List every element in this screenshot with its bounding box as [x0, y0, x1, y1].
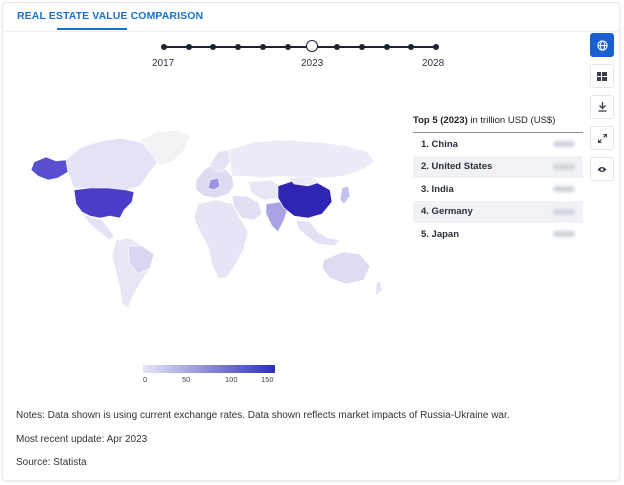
ranking-country-label: 4. Germany [421, 206, 473, 218]
table-icon [597, 71, 607, 81]
map-region-new-zealand[interactable] [375, 279, 383, 297]
eye-icon [597, 166, 607, 172]
timeline-start-label: 2017 [152, 58, 175, 69]
chart-toolbar [590, 33, 616, 188]
tab-bar: REAL ESTATE VALUE COMPARISON [3, 3, 619, 32]
legend-tick-150: 150 [261, 375, 274, 384]
map-region-japan[interactable] [339, 185, 351, 205]
ranking-title-unit: in trillion USD (US$) [467, 115, 556, 126]
expand-icon [597, 133, 607, 143]
visibility-button[interactable] [590, 157, 614, 181]
timeline-handle[interactable] [306, 40, 319, 52]
ranking-country-label: 2. United States [421, 161, 493, 173]
ranking-row[interactable]: 1. China [413, 133, 583, 156]
blurred-value [553, 163, 575, 170]
map-region-russia[interactable] [227, 139, 375, 179]
ranking-country-label: 5. Japan [421, 228, 460, 240]
tab-real-estate-value-comparison[interactable]: REAL ESTATE VALUE COMPARISON [17, 10, 203, 22]
timeline-year-dot[interactable] [408, 44, 415, 50]
download-button[interactable] [590, 95, 614, 119]
map-region-alaska[interactable] [30, 156, 69, 181]
blurred-value [553, 231, 575, 237]
blurred-value [553, 141, 575, 147]
notes-text: Notes: Data shown is using current excha… [16, 410, 510, 421]
map-region-southeast-asia[interactable] [295, 219, 341, 247]
legend-tick-50: 50 [182, 375, 191, 384]
globe-icon [596, 39, 608, 51]
world-choropleth-map[interactable] [28, 128, 398, 318]
timeline-year-dot[interactable] [235, 44, 242, 50]
timeline-end-label: 2028 [422, 58, 445, 69]
timeline-year-dot[interactable] [210, 44, 217, 50]
map-region-central-asia[interactable] [247, 179, 283, 201]
legend-tick-100: 100 [225, 375, 238, 384]
fullscreen-button[interactable] [590, 126, 614, 150]
ranking-country-label: 3. India [421, 183, 454, 195]
top5-ranking-table: Top 5 (2023) in trillion USD (US$) 1. Ch… [413, 115, 583, 246]
timeline-year-dot[interactable] [259, 44, 266, 50]
ranking-row[interactable]: 2. United States [413, 155, 583, 178]
download-icon [598, 102, 606, 112]
map-region-canada[interactable] [65, 137, 159, 191]
timeline-year-dot[interactable] [383, 44, 390, 50]
ranking-row[interactable]: 4. Germany [413, 200, 583, 223]
legend-tick-0: 0 [143, 375, 148, 384]
timeline-year-dot[interactable] [433, 44, 439, 50]
map-region-australia[interactable] [321, 251, 371, 285]
table-view-button[interactable] [590, 64, 614, 88]
map-view-button[interactable] [590, 33, 614, 57]
timeline-year-dot[interactable] [334, 44, 341, 50]
timeline-selected-label: 2023 [301, 58, 324, 69]
ranking-title-bold: Top 5 (2023) [413, 115, 468, 126]
timeline-year-dot[interactable] [284, 44, 291, 50]
map-region-scandinavia[interactable] [209, 149, 231, 173]
update-text: Most recent update: Apr 2023 [16, 434, 148, 445]
ranking-row[interactable]: 5. Japan [413, 223, 583, 246]
timeline-year-dot[interactable] [161, 44, 167, 50]
active-tab-indicator [57, 28, 127, 30]
blurred-value [553, 186, 575, 192]
blurred-value [553, 208, 575, 215]
ranking-title: Top 5 (2023) in trillion USD (US$) [413, 115, 583, 133]
ranking-country-label: 1. China [421, 138, 458, 150]
color-scale-legend [143, 365, 275, 373]
timeline-year-dot[interactable] [358, 44, 365, 50]
year-timeline-slider[interactable]: 2017 2023 2028 [152, 40, 444, 80]
timeline-track[interactable] [164, 46, 436, 48]
map-region-united-states[interactable] [73, 187, 135, 219]
timeline-year-dot[interactable] [185, 44, 192, 50]
source-text: Source: Statista [16, 457, 87, 468]
ranking-row[interactable]: 3. India [413, 178, 583, 201]
